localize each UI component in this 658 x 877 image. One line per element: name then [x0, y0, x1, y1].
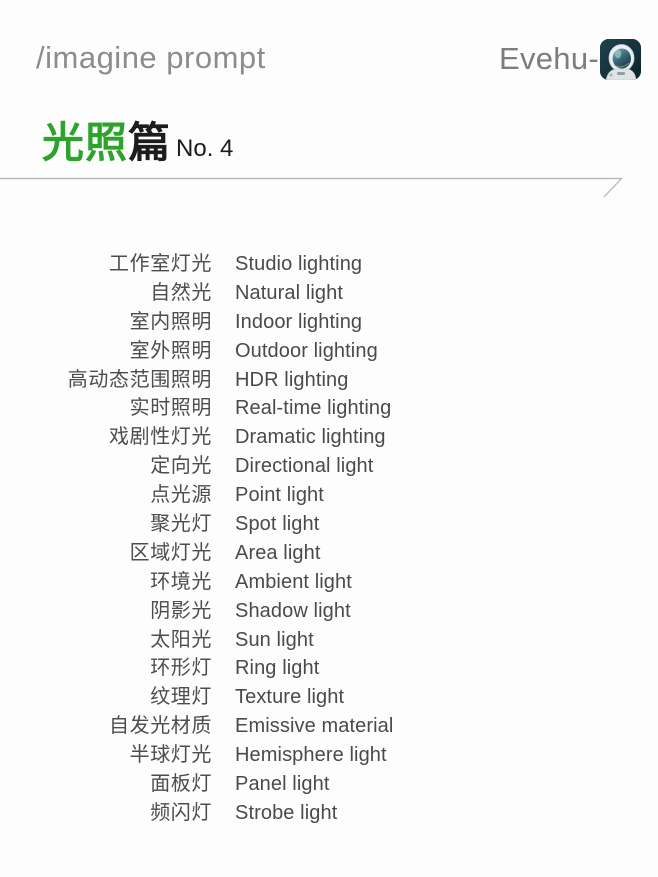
keyword-en: Real-time lighting	[235, 397, 392, 420]
list-item: 环形灯 Ring light	[0, 651, 658, 680]
author-name: Evehu-	[498, 41, 599, 76]
page-title-highlight: 光照	[42, 119, 129, 166]
keyword-cn: 半球灯光	[129, 744, 212, 767]
author-block: Evehu-	[498, 38, 641, 80]
keyword-cn: 室内照明	[129, 310, 212, 333]
keyword-cn: 面板灯	[150, 773, 212, 796]
list-item: 面板灯 Panel light	[0, 767, 658, 796]
keyword-en: Dramatic lighting	[235, 426, 386, 449]
list-item: 点光源 Point light	[0, 478, 658, 507]
keyword-en: Emissive material	[235, 715, 394, 738]
keyword-en: Strobe light	[235, 801, 338, 824]
page-title-rest: 篇	[128, 119, 172, 166]
list-item: 实时照明 Real-time lighting	[0, 391, 658, 420]
diagonal-slash-accent-icon	[603, 177, 623, 198]
keyword-cn: 高动态范围照明	[67, 368, 212, 391]
list-item: 环境光 Ambient light	[0, 565, 658, 594]
keyword-en: Area light	[235, 541, 321, 564]
keyword-en: Ambient light	[235, 570, 352, 593]
list-item: 高动态范围照明 HDR lighting	[0, 363, 658, 392]
list-item: 聚光灯 Spot light	[0, 507, 658, 536]
keyword-cn: 自发光材质	[109, 715, 212, 738]
keyword-cn: 室外照明	[129, 339, 212, 362]
keyword-en: Indoor lighting	[235, 310, 363, 333]
keyword-en: Sun light	[235, 628, 314, 651]
page-title: 光照篇 No. 4	[42, 112, 233, 164]
page-header: /imagine prompt Evehu-	[0, 0, 658, 100]
keyword-en: Texture light	[235, 686, 345, 709]
list-item: 定向光 Directional light	[0, 449, 658, 478]
keyword-cn: 频闪灯	[150, 801, 212, 824]
keyword-cn: 环形灯	[150, 657, 212, 680]
keyword-en: HDR lighting	[235, 368, 349, 391]
list-item: 室外照明 Outdoor lighting	[0, 334, 658, 363]
astronaut-avatar-icon	[600, 38, 641, 80]
page-title-number: No. 4	[176, 135, 234, 162]
list-item: 区域灯光 Area light	[0, 536, 658, 565]
keyword-en: Panel light	[235, 773, 330, 796]
keyword-cn: 纹理灯	[150, 686, 212, 709]
keyword-cn: 定向光	[150, 455, 212, 478]
keyword-en: Directional light	[235, 455, 374, 478]
list-item: 太阳光 Sun light	[0, 623, 658, 652]
imagine-prompt-label: /imagine prompt	[36, 40, 266, 75]
keyword-cn: 工作室灯光	[109, 253, 212, 275]
keyword-en: Spot light	[235, 513, 320, 536]
keyword-en: Studio lighting	[235, 253, 363, 275]
list-item: 自然光 Natural light	[0, 276, 658, 305]
keyword-cn: 区域灯光	[129, 541, 212, 564]
divider	[0, 168, 658, 204]
list-item: 戏剧性灯光 Dramatic lighting	[0, 420, 658, 449]
keyword-en: Hemisphere light	[235, 744, 387, 767]
prompt-keyword-list: 工作室灯光 Studio lighting 自然光 Natural light …	[0, 247, 658, 825]
list-item: 工作室灯光 Studio lighting	[0, 247, 658, 276]
keyword-cn: 自然光	[150, 281, 212, 304]
keyword-en: Natural light	[235, 281, 344, 304]
keyword-cn: 聚光灯	[150, 513, 212, 536]
keyword-cn: 太阳光	[150, 628, 212, 651]
list-item: 室内照明 Indoor lighting	[0, 305, 658, 334]
list-item: 阴影光 Shadow light	[0, 594, 658, 623]
list-item: 频闪灯 Strobe light	[0, 796, 658, 825]
keyword-cn: 实时照明	[129, 397, 212, 420]
keyword-en: Point light	[235, 484, 324, 507]
keyword-en: Shadow light	[235, 599, 351, 622]
keyword-cn: 阴影光	[150, 599, 212, 622]
keyword-cn: 戏剧性灯光	[109, 426, 212, 449]
keyword-en: Ring light	[235, 657, 320, 680]
keyword-en: Outdoor lighting	[235, 339, 378, 362]
list-item: 自发光材质 Emissive material	[0, 709, 658, 738]
keyword-cn: 点光源	[150, 484, 212, 507]
list-item: 纹理灯 Texture light	[0, 680, 658, 709]
keyword-cn: 环境光	[150, 570, 212, 593]
list-item: 半球灯光 Hemisphere light	[0, 738, 658, 767]
